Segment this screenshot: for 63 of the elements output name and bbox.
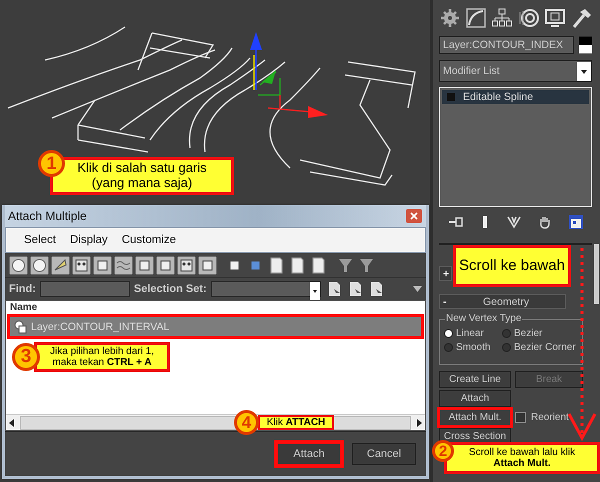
dots-icon[interactable]: [177, 256, 196, 274]
object-name-field[interactable]: Layer:CONTOUR_INDEX: [439, 36, 574, 54]
radio-label[interactable]: Linear: [456, 328, 484, 339]
panel-button[interactable]: Attach Mult.: [437, 407, 513, 428]
color-swatch[interactable]: [579, 36, 592, 54]
menu-item[interactable]: Display: [70, 234, 108, 246]
radio-label[interactable]: Bezier: [514, 328, 542, 339]
checkbox-label[interactable]: Reorient: [531, 412, 569, 423]
find-field[interactable]: [40, 281, 130, 297]
dropdown-icon[interactable]: [310, 282, 320, 300]
page-icon[interactable]: [348, 281, 363, 297]
stack-item[interactable]: Editable Spline: [442, 90, 589, 104]
gizmo-drawing[interactable]: [250, 32, 328, 118]
dots-icon[interactable]: [72, 256, 91, 274]
fork-icon[interactable]: [506, 215, 522, 229]
callout-tooltip: 2 Scroll ke bawah lalu klik Attach Mult.: [432, 440, 600, 474]
circles-icon[interactable]: [518, 7, 540, 29]
hand-icon[interactable]: [538, 215, 550, 229]
close-icon[interactable]: [406, 209, 422, 223]
shapes-icon: [14, 320, 28, 334]
panel-button[interactable]: Attach: [439, 390, 511, 407]
dropdown-icon[interactable]: [577, 62, 591, 80]
panel-scrollbar[interactable]: [594, 244, 599, 304]
light-icon[interactable]: [51, 256, 70, 274]
radio-button[interactable]: [444, 329, 453, 338]
monitor-icon[interactable]: [544, 7, 566, 29]
menu-item[interactable]: Select: [24, 234, 56, 246]
menu-item[interactable]: Customize: [122, 234, 176, 246]
configure-icon[interactable]: [568, 214, 584, 230]
radio-label[interactable]: Smooth: [456, 342, 490, 353]
window-title: Attach Multiple: [8, 209, 87, 223]
radio-button[interactable]: [444, 343, 453, 352]
bar-icon[interactable]: [480, 215, 488, 229]
rollout-header[interactable]: +: [439, 266, 452, 281]
radio-button[interactable]: [502, 343, 511, 352]
panel-button[interactable]: Create Line: [439, 371, 511, 388]
caret-icon[interactable]: [413, 286, 422, 292]
sphere-icon[interactable]: [30, 256, 49, 274]
dialog-button[interactable]: Cancel: [352, 443, 416, 465]
hierarchy-icon[interactable]: [491, 7, 514, 29]
page-icon[interactable]: [328, 281, 342, 297]
wave-icon[interactable]: [114, 256, 133, 274]
callout-tooltip: 4 Klik ATTACH: [234, 410, 334, 435]
modifier-list-dropdown[interactable]: Modifier List: [439, 60, 592, 82]
square-icon: [447, 93, 455, 101]
gear-icon[interactable]: [439, 7, 461, 29]
dialog-button[interactable]: Attach: [274, 440, 344, 468]
radio-button[interactable]: [502, 329, 511, 338]
callout-tooltip: Scroll ke bawah: [453, 245, 571, 287]
group-title: New Vertex Type: [445, 313, 522, 324]
find-label: Find:: [9, 283, 36, 295]
curve-icon[interactable]: [465, 7, 488, 29]
rollout-header[interactable]: - Geometry: [439, 294, 566, 309]
checkbox[interactable]: [515, 412, 526, 423]
radio-label[interactable]: Bezier Corner: [514, 342, 576, 353]
column-header[interactable]: Name: [6, 301, 42, 314]
callout-tooltip: 3 Jika pilihan lebih dari 1, maka tekan CTRL + A: [12, 342, 170, 372]
pin-icon[interactable]: [448, 215, 464, 229]
selection-set-label: Selection Set:: [134, 283, 207, 295]
selection-set-dropdown[interactable]: [210, 281, 321, 297]
callout-tooltip: 1 Klik di salah satu garis (yang mana saja): [38, 150, 234, 195]
page-icon[interactable]: [370, 281, 384, 297]
sphere-icon[interactable]: [9, 256, 28, 274]
